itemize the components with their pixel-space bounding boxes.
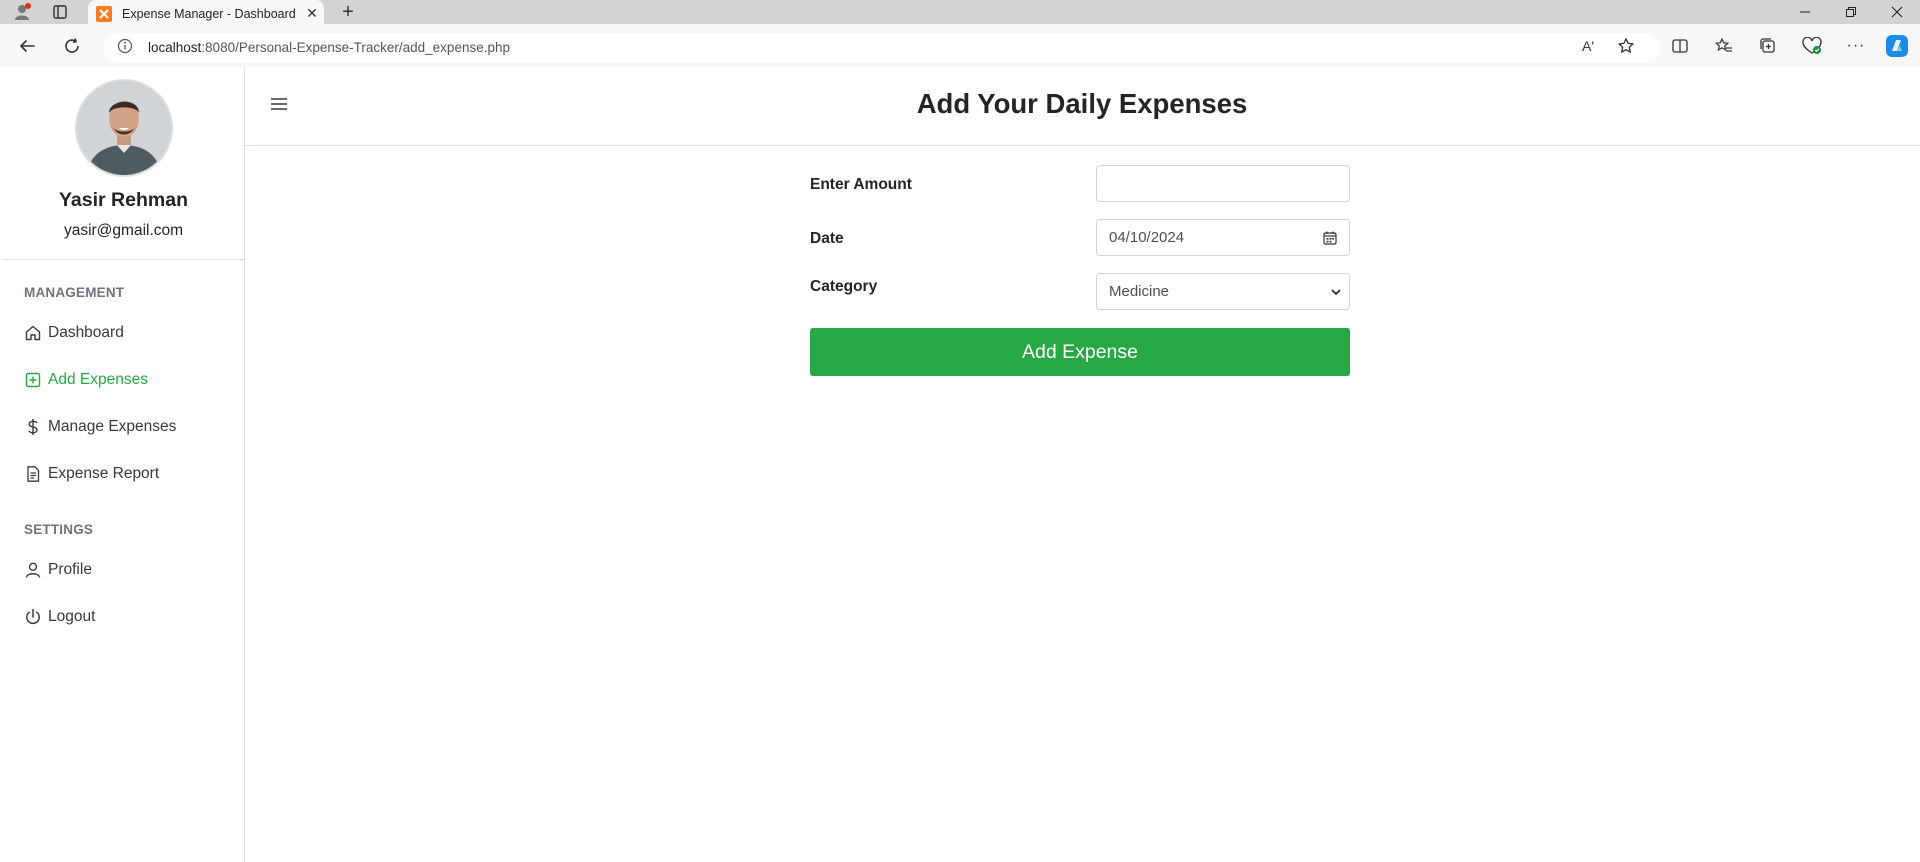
sidebar: Yasir Rehman yasir@gmail.com MANAGEMENT … <box>3 67 245 862</box>
sidebar-item-label: Dashboard <box>48 324 124 341</box>
sidebar-item-label: Add Expenses <box>48 371 148 388</box>
amount-label: Enter Amount <box>810 176 912 193</box>
sidebar-item-profile[interactable]: Profile <box>24 558 92 582</box>
date-input[interactable]: 04/10/2024 <box>1096 219 1350 256</box>
page: Yasir Rehman yasir@gmail.com MANAGEMENT … <box>3 67 1920 862</box>
add-expense-button[interactable]: Add Expense <box>810 328 1350 376</box>
favorites-icon[interactable] <box>1712 34 1736 58</box>
user-icon <box>25 562 41 578</box>
url-host: localhost <box>148 40 202 55</box>
sidebar-item-label: Profile <box>48 561 92 578</box>
sidebar-item-label: Expense Report <box>48 465 160 482</box>
dollar-icon <box>28 419 38 435</box>
sidebar-item-logout[interactable]: Logout <box>24 605 95 629</box>
more-menu-icon[interactable]: ··· <box>1844 34 1868 58</box>
section-settings: SETTINGS <box>24 522 94 537</box>
sidebar-item-expense-report[interactable]: Expense Report <box>24 462 159 486</box>
minimize-icon[interactable] <box>1782 0 1828 24</box>
chevron-down-icon <box>1331 288 1341 295</box>
sidebar-item-add-expenses[interactable]: Add Expenses <box>24 368 148 392</box>
favorite-star-icon[interactable] <box>1614 34 1638 58</box>
url-path: :8080/Personal-Expense-Tracker/add_expen… <box>201 40 510 55</box>
date-value: 04/10/2024 <box>1109 229 1185 246</box>
browser-tab-bar: Expense Manager - Dashboard ✕ + <box>0 0 1920 27</box>
sidebar-item-manage-expenses[interactable]: Manage Expenses <box>24 415 176 439</box>
refresh-icon[interactable] <box>60 34 84 58</box>
collections-icon[interactable] <box>1756 34 1780 58</box>
user-email: yasir@gmail.com <box>63 222 184 239</box>
browser-tab-active[interactable]: Expense Manager - Dashboard ✕ <box>88 0 324 27</box>
sidebar-divider <box>3 259 244 260</box>
sidebar-item-label: Manage Expenses <box>48 418 177 435</box>
calendar-icon[interactable] <box>1323 231 1337 245</box>
section-management: MANAGEMENT <box>24 285 125 300</box>
tab-actions-icon[interactable] <box>48 0 72 24</box>
power-icon <box>26 608 40 625</box>
read-aloud-icon[interactable]: Aʹ <box>1576 34 1600 58</box>
browser-essentials-icon[interactable] <box>1800 34 1824 58</box>
amount-input[interactable] <box>1096 165 1350 202</box>
restore-icon[interactable] <box>1828 0 1874 24</box>
date-label: Date <box>810 230 844 247</box>
top-bar: Add Your Daily Expenses <box>244 67 1920 146</box>
tab-title: Expense Manager - Dashboard <box>122 6 296 21</box>
profile-icon[interactable] <box>8 0 36 24</box>
plus-square-icon <box>25 372 41 388</box>
split-screen-icon[interactable] <box>1668 34 1692 58</box>
copilot-icon[interactable] <box>1884 33 1910 59</box>
page-title: Add Your Daily Expenses <box>916 88 1248 119</box>
new-tab-icon[interactable]: + <box>336 0 360 24</box>
avatar <box>75 79 173 177</box>
sidebar-item-label: Logout <box>48 608 96 625</box>
url-text[interactable]: localhost:8080/Personal-Expense-Tracker/… <box>148 40 510 55</box>
sidebar-item-dashboard[interactable]: Dashboard <box>24 321 124 345</box>
site-info-icon[interactable] <box>113 34 137 58</box>
xampp-favicon-icon <box>96 5 112 22</box>
tab-close-icon[interactable]: ✕ <box>300 5 324 22</box>
document-icon <box>27 466 40 482</box>
category-label: Category <box>810 278 878 295</box>
home-icon <box>25 325 41 341</box>
category-value: Medicine <box>1109 283 1170 300</box>
back-icon[interactable] <box>15 34 39 58</box>
close-window-icon[interactable] <box>1874 0 1920 24</box>
category-select[interactable]: Medicine <box>1096 273 1350 310</box>
user-name: Yasir Rehman <box>59 189 188 211</box>
